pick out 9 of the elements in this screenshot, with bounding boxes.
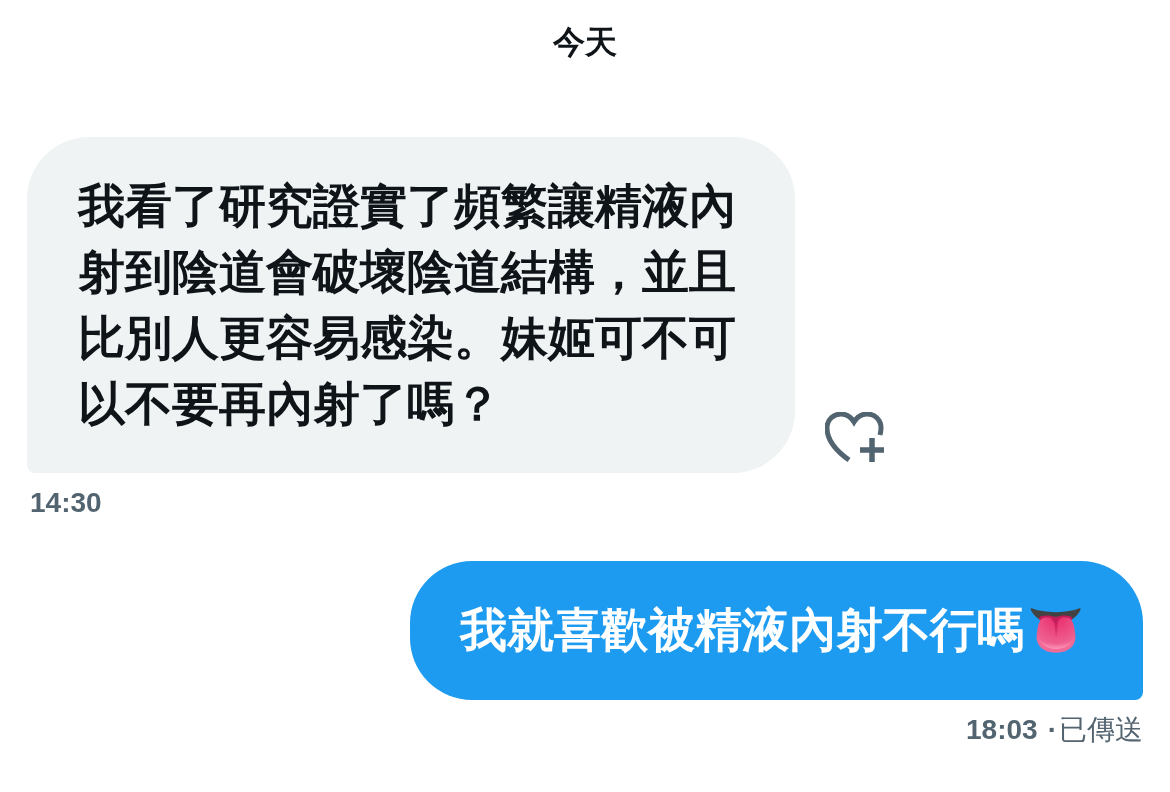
date-header: 今天: [553, 23, 617, 62]
tongue-icon: 👅: [1027, 602, 1085, 658]
separator-dot: ·: [1047, 713, 1057, 747]
message-time: 14:30: [30, 486, 102, 520]
message-bubble: 我看了研究證實了頻繁讓精液內射到陰道會破壞陰道結構，並且比別人更容易感染。妹姬可不可以不要再內射了嗎？: [27, 137, 795, 473]
delivery-status: 已傳送: [1059, 713, 1143, 747]
message-text: 我就喜歡被精液內射不行嗎: [459, 602, 1024, 658]
message-time: 18:03: [966, 713, 1038, 747]
add-reaction-icon[interactable]: [825, 412, 887, 464]
